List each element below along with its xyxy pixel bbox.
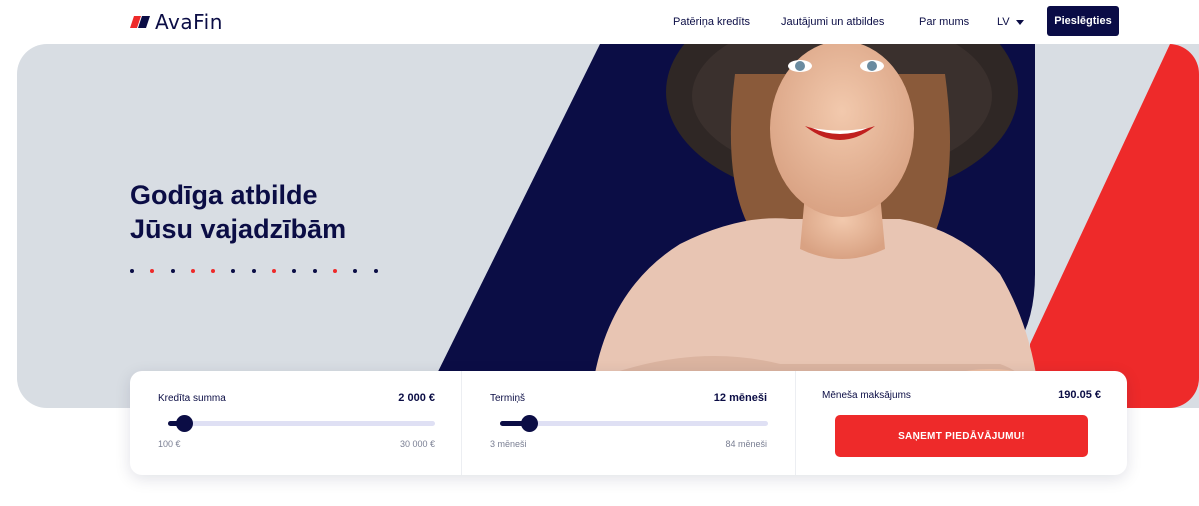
hero-headline-line-2: Jūsu vajadzībām: [130, 214, 347, 244]
amount-slider[interactable]: [168, 415, 435, 432]
term-section: Termiņš 12 mēneši 3 mēneši 84 mēneši: [462, 371, 795, 475]
decorative-dot: [231, 269, 236, 273]
decorative-dot: [292, 269, 297, 273]
decorative-dot: [272, 269, 277, 273]
amount-max-label: 30 000 €: [399, 439, 435, 449]
term-label: Termiņš: [490, 393, 526, 404]
term-value: 12 mēneši: [713, 392, 767, 404]
nav-link-consumer-credit[interactable]: Patēriņa kredīts: [673, 0, 750, 44]
logo-text: AvaFin: [155, 10, 223, 34]
decorative-dots: [130, 269, 394, 273]
term-min-label: 3 mēneši: [490, 439, 527, 449]
amount-min-label: 100 €: [158, 439, 181, 449]
decorative-dot: [373, 269, 378, 273]
loan-calculator: Kredīta summa 2 000 € 100 € 30 000 € Ter…: [130, 371, 1127, 475]
decorative-dot: [170, 269, 175, 273]
login-button[interactable]: Pieslēgties: [1047, 6, 1119, 36]
logo[interactable]: AvaFin: [130, 9, 223, 35]
get-offer-button[interactable]: SAŅEMT PIEDĀVĀJUMU!: [835, 415, 1088, 457]
decorative-dot: [312, 269, 317, 273]
decorative-dot: [211, 269, 216, 273]
language-label: LV: [997, 16, 1010, 28]
decorative-dot: [130, 269, 134, 273]
monthly-payment-label: Mēneša maksājums: [822, 390, 911, 401]
term-slider[interactable]: [500, 415, 768, 432]
decorative-dot: [332, 269, 337, 273]
decorative-dot: [190, 269, 195, 273]
nav-link-faq[interactable]: Jautājumi un atbildes: [781, 0, 884, 44]
decorative-dot: [251, 269, 256, 273]
monthly-payment-value: 190.05 €: [1058, 389, 1101, 401]
caret-down-icon: [1015, 19, 1024, 25]
amount-value: 2 000 €: [398, 392, 435, 404]
decorative-dot: [353, 269, 358, 273]
term-max-label: 84 mēneši: [725, 439, 767, 449]
language-selector[interactable]: LV: [997, 0, 1024, 44]
logo-mark-icon: [130, 16, 150, 28]
nav-link-about-us[interactable]: Par mums: [919, 0, 969, 44]
amount-section: Kredīta summa 2 000 € 100 € 30 000 €: [130, 371, 461, 475]
hero-headline-line-1: Godīga atbilde: [130, 180, 318, 210]
amount-slider-handle[interactable]: [176, 415, 193, 432]
amount-label: Kredīta summa: [158, 393, 226, 404]
decorative-dot: [150, 269, 155, 273]
term-slider-handle[interactable]: [521, 415, 538, 432]
site-header: AvaFin Patēriņa kredīts Jautājumi un atb…: [0, 0, 1199, 44]
hero-headline: Godīga atbilde Jūsu vajadzībām: [130, 178, 346, 246]
